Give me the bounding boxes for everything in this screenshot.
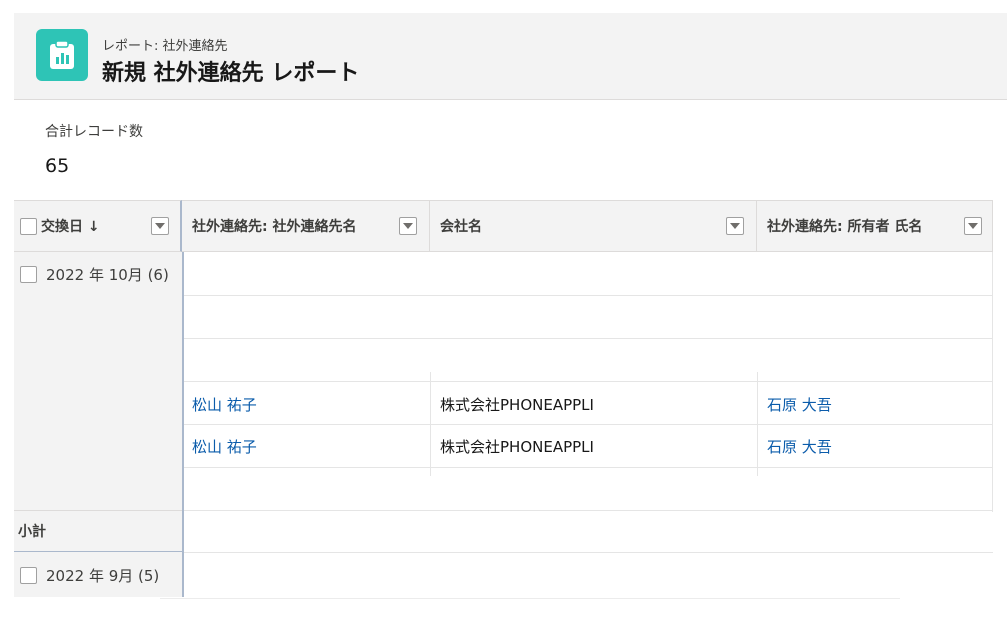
chevron-down-icon[interactable] [399, 217, 417, 235]
group-row[interactable]: 2022 年 10月 (6) [20, 264, 169, 285]
group-row[interactable]: 2022 年 9月 (5) [20, 565, 159, 586]
column-divider [757, 372, 758, 476]
company-cell: 株式会社PHONEAPPLI [440, 396, 594, 414]
faded-row-divider [160, 598, 900, 599]
chevron-down-icon[interactable] [151, 217, 169, 235]
company-cell: 株式会社PHONEAPPLI [440, 438, 594, 456]
row-divider [184, 510, 993, 511]
column-label: 交換日 ↓ [41, 219, 100, 235]
grouping-column: 2022 年 10月 (6) 小計 2022 年 9月 (5) [14, 252, 184, 597]
report-header: レポート: 社外連絡先 新規 社外連絡先 レポート [14, 13, 1007, 100]
chevron-down-icon[interactable] [964, 217, 982, 235]
record-count-label: 合計レコード数 [45, 124, 143, 140]
column-header-owner[interactable]: 社外連絡先: 所有者 氏名 [757, 200, 993, 252]
row-divider [184, 295, 993, 296]
group-checkbox[interactable] [20, 266, 37, 283]
row-divider [184, 338, 993, 339]
column-divider [430, 372, 431, 476]
subtotal-label: 小計 [14, 510, 182, 552]
owner-link[interactable]: 石原 大吾 [767, 436, 832, 457]
owner-link[interactable]: 石原 大吾 [767, 394, 832, 415]
contact-name-link[interactable]: 松山 祐子 [192, 436, 257, 457]
column-label: 社外連絡先: 所有者 氏名 [767, 219, 923, 235]
report-icon [36, 29, 88, 81]
chevron-down-icon[interactable] [726, 217, 744, 235]
column-header-contact-name[interactable]: 社外連絡先: 社外連絡先名 [182, 200, 430, 252]
page-title: 新規 社外連絡先 レポート [102, 61, 360, 86]
row-divider [184, 424, 993, 425]
group-checkbox[interactable] [20, 567, 37, 584]
column-header-exchange-date[interactable]: 交換日 ↓ [14, 200, 182, 252]
select-all-checkbox[interactable] [20, 217, 37, 235]
object-label: レポート: 社外連絡先 [102, 39, 228, 54]
contact-name-link[interactable]: 松山 祐子 [192, 394, 257, 415]
column-label: 会社名 [440, 219, 482, 235]
row-divider [184, 467, 993, 468]
row-divider [184, 552, 993, 553]
group-label: 2022 年 10月 (6) [46, 266, 169, 284]
group-label: 2022 年 9月 (5) [46, 567, 160, 585]
record-count-value: 65 [45, 155, 70, 177]
column-label: 社外連絡先: 社外連絡先名 [192, 219, 357, 235]
column-header-company[interactable]: 会社名 [430, 200, 757, 252]
row-divider [184, 381, 993, 382]
column-divider [992, 252, 993, 512]
